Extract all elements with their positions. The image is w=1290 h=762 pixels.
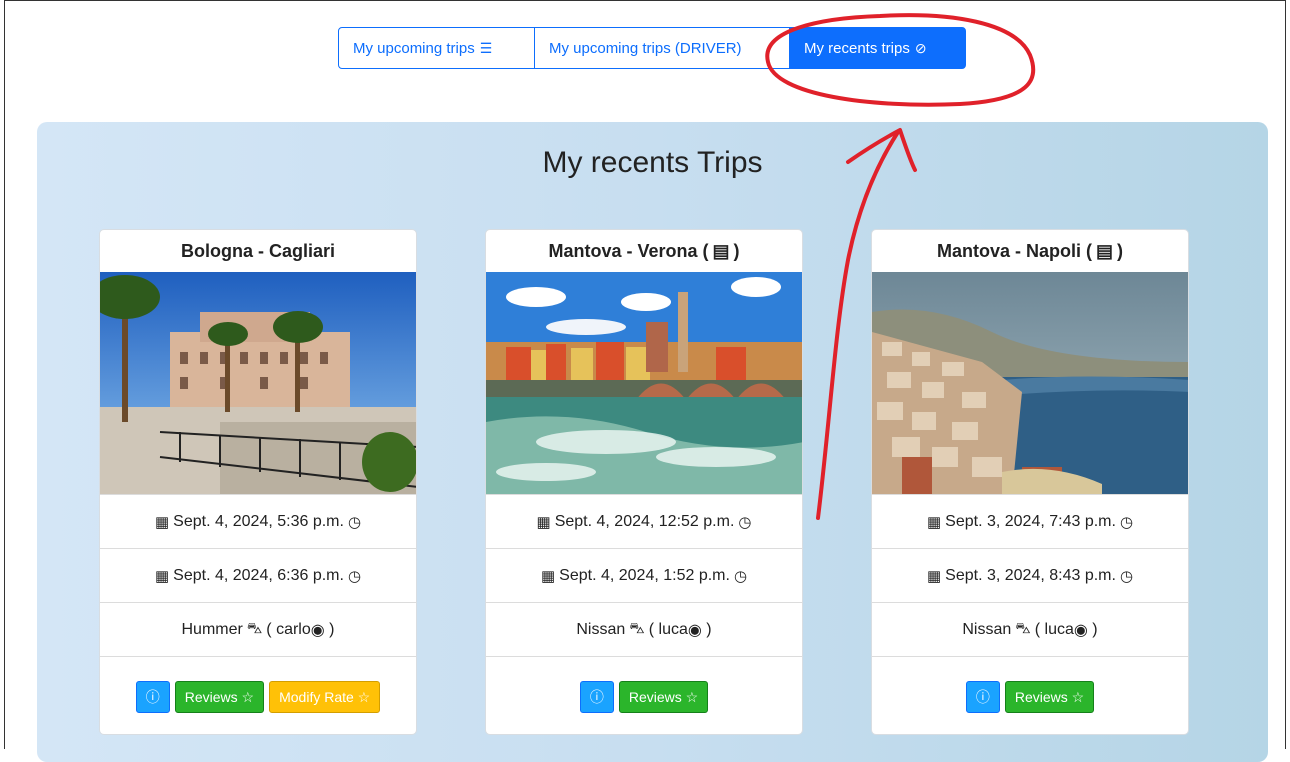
- title-close-paren: ): [733, 240, 740, 261]
- city-image-verona: [486, 272, 802, 494]
- tab-upcoming-trips-driver-label: My upcoming trips (DRIVER): [549, 39, 742, 57]
- open-paren: (: [1034, 620, 1045, 638]
- id-card-icon: ▤: [712, 240, 730, 261]
- trip-end-time: ▦ Sept. 4, 2024, 6:36 p.m. ◷: [100, 548, 416, 602]
- car-model: Nissan: [962, 620, 1012, 638]
- check-circle-icon: ⊘: [914, 39, 927, 56]
- trip-vehicle-driver: Nissan ⛍ ( luca ◉ ): [486, 602, 802, 656]
- open-paren: (: [266, 620, 277, 638]
- car-icon: ⛍: [629, 620, 645, 637]
- trip-vehicle-driver: Hummer ⛍ ( carlo ◉ ): [100, 602, 416, 656]
- reviews-button[interactable]: Reviews ☆: [618, 681, 709, 713]
- user-icon: ◉: [1073, 621, 1088, 639]
- clock-icon: ◷: [1119, 567, 1134, 585]
- trip-actions: ⓘ Reviews ☆ Modify Rate ☆: [100, 656, 416, 734]
- modify-rate-button[interactable]: Modify Rate ☆: [269, 681, 381, 713]
- car-model: Nissan: [576, 620, 626, 638]
- trip-start-time: ▦ Sept. 4, 2024, 5:36 p.m. ◷: [100, 494, 416, 548]
- trip-card: Mantova - Napoli ( ▤ ) ▦ Sept. 3, 2024, …: [871, 229, 1189, 735]
- trip-card-title: Bologna - Cagliari: [100, 230, 416, 272]
- calendar-icon: ▦: [154, 567, 170, 585]
- close-paren: ): [701, 620, 712, 638]
- tab-upcoming-trips-driver[interactable]: My upcoming trips (DRIVER): [534, 27, 790, 69]
- driver-name: luca: [658, 620, 688, 638]
- calendar-icon: ▦: [540, 567, 556, 585]
- calendar-icon: ▦: [926, 567, 942, 585]
- car-model: Hummer: [181, 620, 243, 638]
- trip-actions: ⓘ Reviews ☆: [872, 656, 1188, 734]
- trip-actions: ⓘ Reviews ☆: [486, 656, 802, 734]
- close-paren: ): [1087, 620, 1098, 638]
- page-title: My recents Trips: [542, 146, 763, 179]
- calendar-icon: ▦: [926, 513, 942, 531]
- recent-trips-panel: My recents Trips Bologna - Cagliari ▦ Se…: [37, 122, 1268, 762]
- trip-card: Bologna - Cagliari ▦ Sept. 4, 2024, 5:36…: [99, 229, 417, 735]
- calendar-icon: ▦: [536, 513, 551, 531]
- city-image-cagliari: [100, 272, 416, 494]
- reviews-button[interactable]: Reviews ☆: [174, 681, 265, 713]
- info-button[interactable]: ⓘ: [965, 681, 1000, 713]
- calendar-icon: ▦: [154, 513, 170, 531]
- tab-upcoming-trips-label: My upcoming trips: [353, 39, 475, 57]
- start-datetime: Sept. 4, 2024, 5:36 p.m.: [173, 512, 344, 530]
- driver-name: luca: [1044, 620, 1074, 638]
- clock-icon: ◷: [738, 513, 752, 531]
- driver-name: carlo: [276, 620, 311, 638]
- trip-start-time: ▦ Sept. 4, 2024, 12:52 p.m. ◷: [486, 494, 802, 548]
- tab-recent-trips-label: My recents trips: [804, 39, 910, 57]
- clock-icon: ◷: [347, 567, 362, 585]
- info-button[interactable]: ⓘ: [135, 681, 170, 713]
- tab-recent-trips[interactable]: My recents trips ⊘: [789, 27, 966, 69]
- user-icon: ◉: [310, 621, 325, 639]
- end-datetime: Sept. 3, 2024, 8:43 p.m.: [945, 566, 1116, 584]
- trip-card-title: Mantova - Verona ( ▤ ): [486, 230, 802, 272]
- trip-start-time: ▦ Sept. 3, 2024, 7:43 p.m. ◷: [872, 494, 1188, 548]
- info-button[interactable]: ⓘ: [579, 681, 614, 713]
- clock-icon: ◷: [347, 513, 362, 531]
- list-icon: ☰: [479, 39, 493, 56]
- trip-card: Mantova - Verona ( ▤ ) ▦ Sept. 4, 2024, …: [485, 229, 803, 735]
- car-icon: ⛍: [1015, 620, 1031, 637]
- title-close-paren: ): [1117, 240, 1124, 261]
- end-datetime: Sept. 4, 2024, 6:36 p.m.: [173, 566, 344, 584]
- close-paren: ): [324, 620, 335, 638]
- clock-icon: ◷: [733, 567, 748, 585]
- trip-card-title: Mantova - Napoli ( ▤ ): [872, 230, 1188, 272]
- user-icon: ◉: [687, 621, 702, 639]
- reviews-button[interactable]: Reviews ☆: [1004, 681, 1095, 713]
- trip-vehicle-driver: Nissan ⛍ ( luca ◉ ): [872, 602, 1188, 656]
- trip-route: Bologna - Cagliari: [180, 240, 335, 261]
- tab-upcoming-trips[interactable]: My upcoming trips ☰: [338, 27, 535, 69]
- trip-end-time: ▦ Sept. 3, 2024, 8:43 p.m. ◷: [872, 548, 1188, 602]
- trip-route: Mantova - Verona (: [548, 240, 709, 261]
- clock-icon: ◷: [1119, 513, 1134, 531]
- open-paren: (: [648, 620, 659, 638]
- trip-route: Mantova - Napoli (: [936, 240, 1092, 261]
- trip-tabs: My upcoming trips ☰ My upcoming trips (D…: [338, 27, 966, 69]
- city-image-napoli: [872, 272, 1188, 494]
- start-datetime: Sept. 3, 2024, 7:43 p.m.: [945, 512, 1116, 530]
- end-datetime: Sept. 4, 2024, 1:52 p.m.: [559, 566, 730, 584]
- trip-end-time: ▦ Sept. 4, 2024, 1:52 p.m. ◷: [486, 548, 802, 602]
- car-icon: ⛍: [246, 620, 263, 637]
- start-datetime: Sept. 4, 2024, 12:52 p.m.: [554, 512, 735, 530]
- id-card-icon: ▤: [1096, 240, 1114, 261]
